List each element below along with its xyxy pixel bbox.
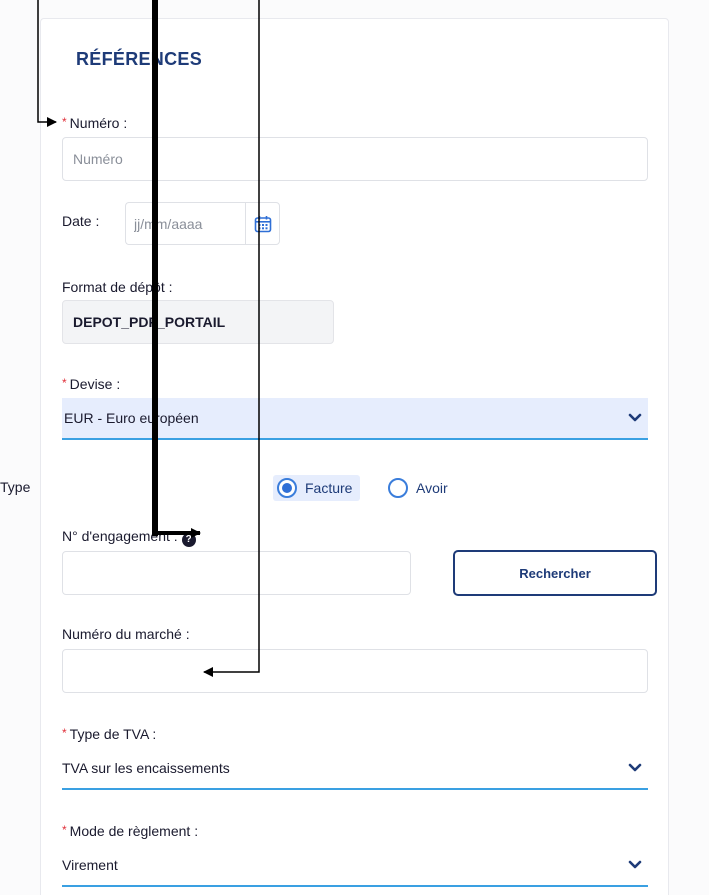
devise-select[interactable]: EUR - Euro européen xyxy=(62,398,648,440)
required-mark: * xyxy=(62,726,67,740)
required-mark: * xyxy=(62,823,67,837)
numero-label-text: Numéro : xyxy=(69,115,128,131)
numero-input[interactable] xyxy=(62,137,648,181)
required-mark: * xyxy=(62,115,67,129)
type-option-facture-label: Facture xyxy=(305,480,353,496)
chevron-down-icon xyxy=(628,763,642,772)
format-depot-value: DEPOT_PDF_PORTAIL xyxy=(62,300,334,344)
type-option-avoir[interactable]: Avoir xyxy=(388,478,448,498)
tva-label-text: Type de TVA : xyxy=(69,726,157,742)
tva-select[interactable]: TVA sur les encaissements xyxy=(62,748,648,790)
type-option-facture[interactable]: Facture xyxy=(273,475,361,501)
format-depot-label: Format de dépôt : xyxy=(62,279,173,295)
radio-unselected-icon xyxy=(388,478,408,498)
devise-label: * Devise : xyxy=(62,376,120,392)
radio-selected-icon xyxy=(277,478,297,498)
calendar-icon xyxy=(254,215,271,232)
type-option-avoir-label: Avoir xyxy=(416,480,448,496)
reglement-value: Virement xyxy=(62,857,118,873)
engagement-input[interactable] xyxy=(62,551,411,595)
engagement-label: N° d'engagement :? xyxy=(62,528,196,547)
reglement-label-text: Mode de règlement : xyxy=(69,823,199,839)
required-mark: * xyxy=(62,376,67,390)
reglement-label: * Mode de règlement : xyxy=(62,823,198,839)
tva-label: * Type de TVA : xyxy=(62,726,156,742)
numero-label: * Numéro : xyxy=(62,115,127,131)
calendar-button[interactable] xyxy=(245,202,280,245)
engagement-label-text: N° d'engagement : xyxy=(62,528,178,544)
type-label: Type xyxy=(0,479,31,495)
section-title: RÉFÉRENCES xyxy=(76,49,203,69)
date-input[interactable] xyxy=(125,202,246,245)
tva-value: TVA sur les encaissements xyxy=(62,760,230,776)
chevron-down-icon xyxy=(628,860,642,869)
reglement-select[interactable]: Virement xyxy=(62,845,648,887)
devise-value: EUR - Euro européen xyxy=(64,410,199,426)
rechercher-button[interactable]: Rechercher xyxy=(453,550,657,596)
marche-label: Numéro du marché : xyxy=(62,626,190,642)
marche-input[interactable] xyxy=(62,649,648,693)
help-icon[interactable]: ? xyxy=(181,532,196,547)
date-label: Date : xyxy=(62,213,100,229)
chevron-down-icon xyxy=(628,413,642,422)
devise-label-text: Devise : xyxy=(69,376,121,392)
